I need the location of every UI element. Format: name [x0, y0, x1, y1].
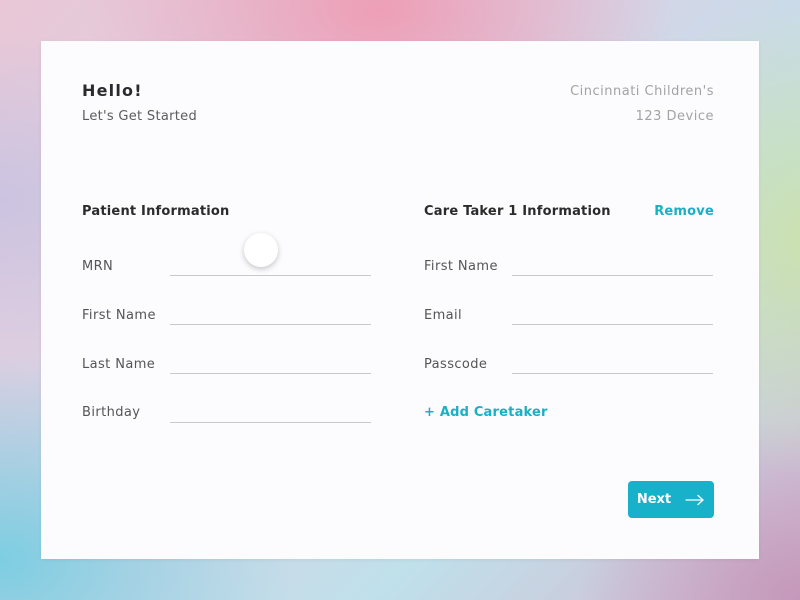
- caretaker-first-name-label: First Name: [424, 259, 498, 274]
- drag-handle-knob[interactable]: [244, 233, 278, 267]
- caretaker-first-name-input[interactable]: [512, 255, 713, 276]
- organization-name: Cincinnati Children's: [570, 84, 714, 99]
- greeting-title: Hello!: [82, 81, 143, 100]
- device-name: 123 Device: [635, 109, 714, 124]
- caretaker-section-title: Care Taker 1 Information: [424, 204, 611, 219]
- patient-last-name-label: Last Name: [82, 357, 156, 372]
- caretaker-passcode-input[interactable]: [512, 353, 713, 374]
- patient-first-name-label: First Name: [82, 308, 156, 323]
- patient-last-name-input[interactable]: [170, 353, 371, 374]
- birthday-label: Birthday: [82, 405, 141, 420]
- caretaker-email-input[interactable]: [512, 304, 713, 325]
- greeting-subtitle: Let's Get Started: [82, 109, 197, 124]
- patient-section-title: Patient Information: [82, 204, 230, 219]
- mrn-label: MRN: [82, 259, 114, 274]
- add-caretaker-link[interactable]: + Add Caretaker: [424, 405, 548, 420]
- arrow-right-icon: [685, 494, 704, 505]
- caretaker-passcode-label: Passcode: [424, 357, 488, 372]
- caretaker-email-label: Email: [424, 308, 463, 323]
- patient-first-name-input[interactable]: [170, 304, 371, 325]
- birthday-input[interactable]: [170, 402, 371, 423]
- remove-caretaker-link[interactable]: Remove: [654, 204, 714, 219]
- onboarding-card: Hello! Let's Get Started Cincinnati Chil…: [41, 41, 759, 559]
- next-button[interactable]: Next: [628, 481, 714, 518]
- next-button-label: Next: [636, 492, 672, 507]
